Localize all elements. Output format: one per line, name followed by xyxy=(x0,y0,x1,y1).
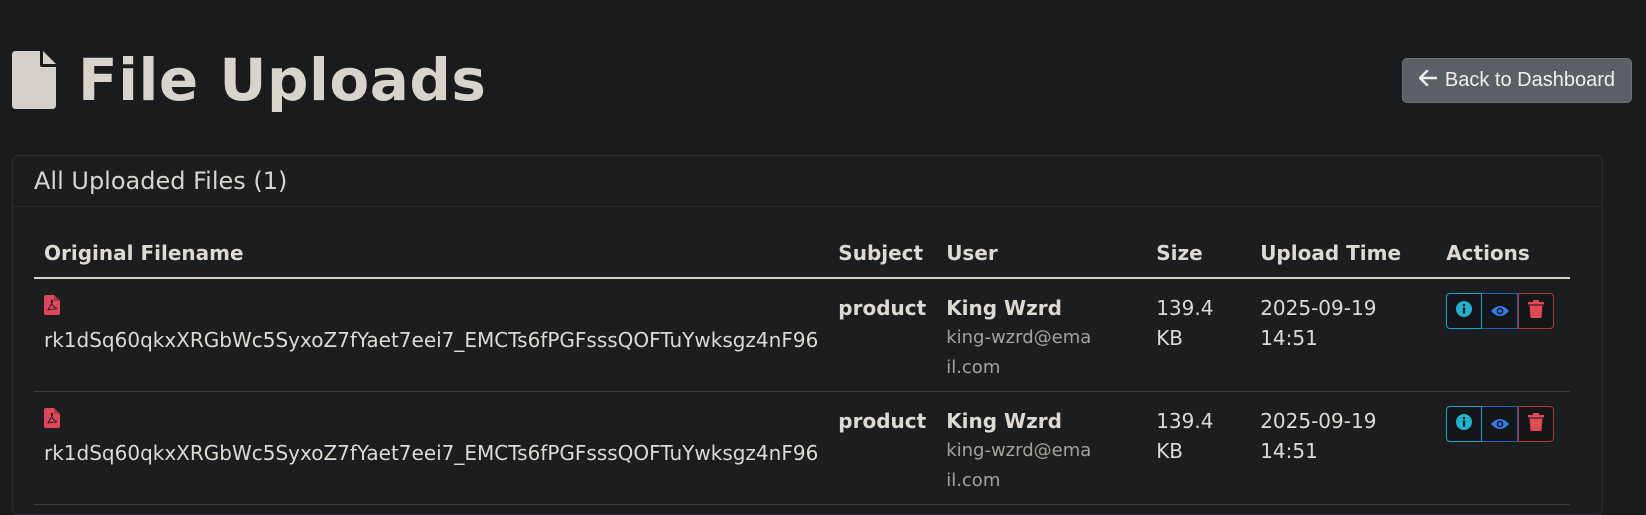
pdf-file-icon xyxy=(44,293,818,323)
subject-cell: product xyxy=(828,391,937,505)
upload-time-cell: 2025-09-19 14:51 xyxy=(1250,278,1437,392)
table-header-row: Original Filename Subject User Size Uplo… xyxy=(34,229,1570,279)
table-row: rk1dSq60qkxXRGbWc5SyxoZ7fYaet7eei7_EMCTs… xyxy=(34,278,1570,392)
user-email: king-wzrd@email.com xyxy=(946,327,1092,378)
page-header: File Uploads Back to Dashboard xyxy=(12,40,1632,120)
filename: rk1dSq60qkxXRGbWc5SyxoZ7fYaet7eei7_EMCTs… xyxy=(44,441,819,465)
action-group xyxy=(1446,406,1560,442)
file-icon xyxy=(12,51,56,109)
page-title: File Uploads xyxy=(78,46,487,114)
info-button[interactable] xyxy=(1446,406,1483,442)
info-button[interactable] xyxy=(1446,293,1483,329)
upload-time-cell: 2025-09-19 14:51 xyxy=(1250,391,1437,505)
size-cell: 139.4 KB xyxy=(1146,391,1251,505)
view-button[interactable] xyxy=(1482,293,1519,329)
column-header-upload-time: Upload Time xyxy=(1250,229,1437,279)
column-header-user: User xyxy=(936,229,1147,279)
eye-icon xyxy=(1490,409,1510,439)
back-button-label: Back to Dashboard xyxy=(1444,68,1615,91)
user-cell: King Wzrd king-wzrd@email.com xyxy=(936,391,1147,505)
files-table: Original Filename Subject User Size Uplo… xyxy=(34,229,1570,505)
delete-button[interactable] xyxy=(1518,406,1555,442)
pdf-file-icon xyxy=(44,406,818,436)
actions-cell xyxy=(1436,391,1570,505)
arrow-left-icon xyxy=(1418,69,1438,92)
delete-button[interactable] xyxy=(1518,293,1555,329)
back-to-dashboard-button[interactable]: Back to Dashboard xyxy=(1401,57,1632,103)
table-row: rk1dSq60qkxXRGbWc5SyxoZ7fYaet7eei7_EMCTs… xyxy=(34,391,1570,505)
subject-cell: product xyxy=(828,278,937,392)
view-button[interactable] xyxy=(1482,406,1519,442)
user-name: King Wzrd xyxy=(946,296,1062,320)
uploaded-files-card: All Uploaded Files (1) Original Filename… xyxy=(12,155,1603,515)
column-header-actions: Actions xyxy=(1436,229,1570,279)
column-header-size: Size xyxy=(1146,229,1251,279)
info-circle-icon xyxy=(1455,296,1473,326)
card-title: All Uploaded Files (1) xyxy=(13,156,1602,207)
eye-icon xyxy=(1490,296,1510,326)
column-header-filename: Original Filename xyxy=(34,229,829,279)
user-email: king-wzrd@email.com xyxy=(946,440,1092,491)
trash-icon xyxy=(1528,409,1545,439)
size-cell: 139.4 KB xyxy=(1146,278,1251,392)
title-group: File Uploads xyxy=(12,46,486,114)
filename: rk1dSq60qkxXRGbWc5SyxoZ7fYaet7eei7_EMCTs… xyxy=(44,328,819,352)
user-cell: King Wzrd king-wzrd@email.com xyxy=(936,278,1147,392)
trash-icon xyxy=(1528,296,1545,326)
filename-cell: rk1dSq60qkxXRGbWc5SyxoZ7fYaet7eei7_EMCTs… xyxy=(34,391,829,505)
filename-cell: rk1dSq60qkxXRGbWc5SyxoZ7fYaet7eei7_EMCTs… xyxy=(34,278,829,392)
column-header-subject: Subject xyxy=(828,229,937,279)
user-name: King Wzrd xyxy=(946,409,1062,433)
actions-cell xyxy=(1436,278,1570,392)
action-group xyxy=(1446,293,1560,329)
info-circle-icon xyxy=(1455,409,1473,439)
